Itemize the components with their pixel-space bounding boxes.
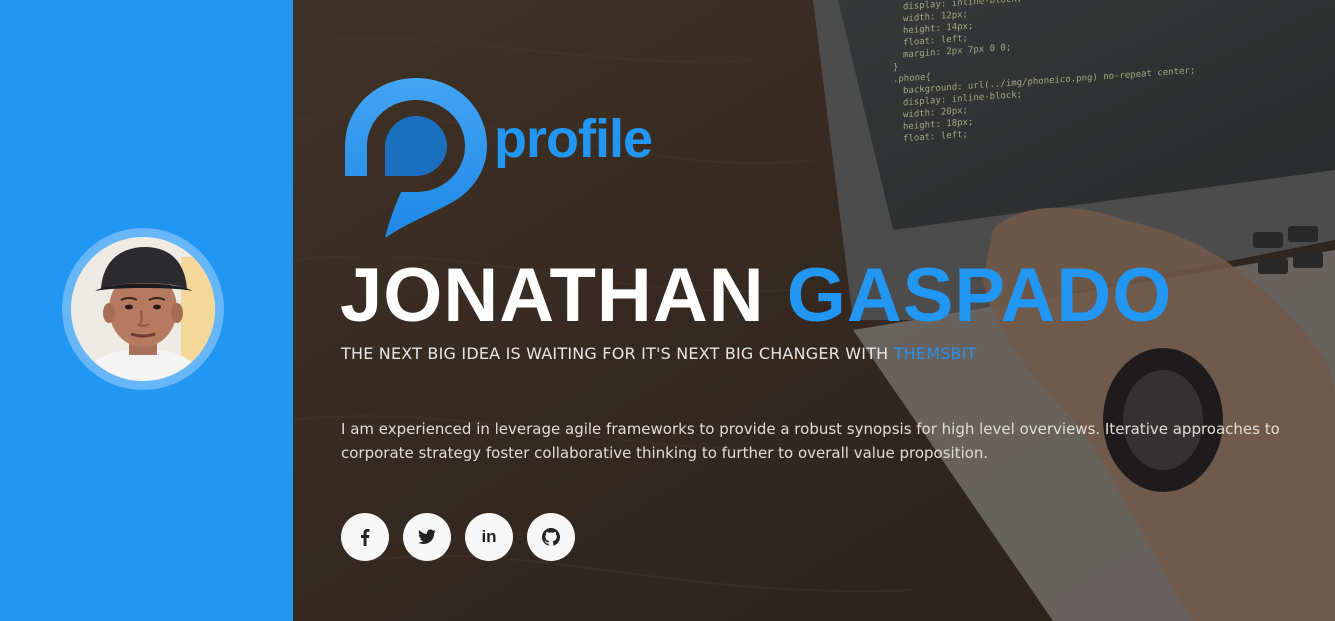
- profile-logo-icon[interactable]: [341, 76, 491, 241]
- tagline-text: THE NEXT BIG IDEA IS WAITING FOR IT'S NE…: [341, 344, 894, 363]
- hero-section: background: url(../img/mailico.png) no-r…: [293, 0, 1335, 621]
- logo-text[interactable]: profile: [494, 112, 653, 166]
- tagline: THE NEXT BIG IDEA IS WAITING FOR IT'S NE…: [341, 344, 977, 363]
- tagline-brand-link[interactable]: THEMSBIT: [894, 344, 977, 363]
- linkedin-icon: in: [481, 527, 497, 546]
- github-button[interactable]: [527, 513, 575, 561]
- sidebar: [0, 0, 293, 621]
- facebook-button[interactable]: [341, 513, 389, 561]
- bio-paragraph: I am experienced in leverage agile frame…: [341, 420, 1280, 462]
- twitter-button[interactable]: [403, 513, 451, 561]
- avatar-ring: [62, 228, 224, 390]
- social-links: in: [341, 513, 575, 561]
- avatar[interactable]: [71, 237, 215, 381]
- last-name: GASPADO: [786, 253, 1173, 338]
- twitter-icon: [418, 529, 436, 545]
- first-name: JONATHAN: [340, 253, 765, 338]
- page-title: JONATHAN GASPADO: [340, 258, 1172, 334]
- facebook-icon: [361, 529, 370, 546]
- github-icon: [542, 528, 560, 546]
- linkedin-button[interactable]: in: [465, 513, 513, 561]
- avatar-photo: [71, 237, 215, 381]
